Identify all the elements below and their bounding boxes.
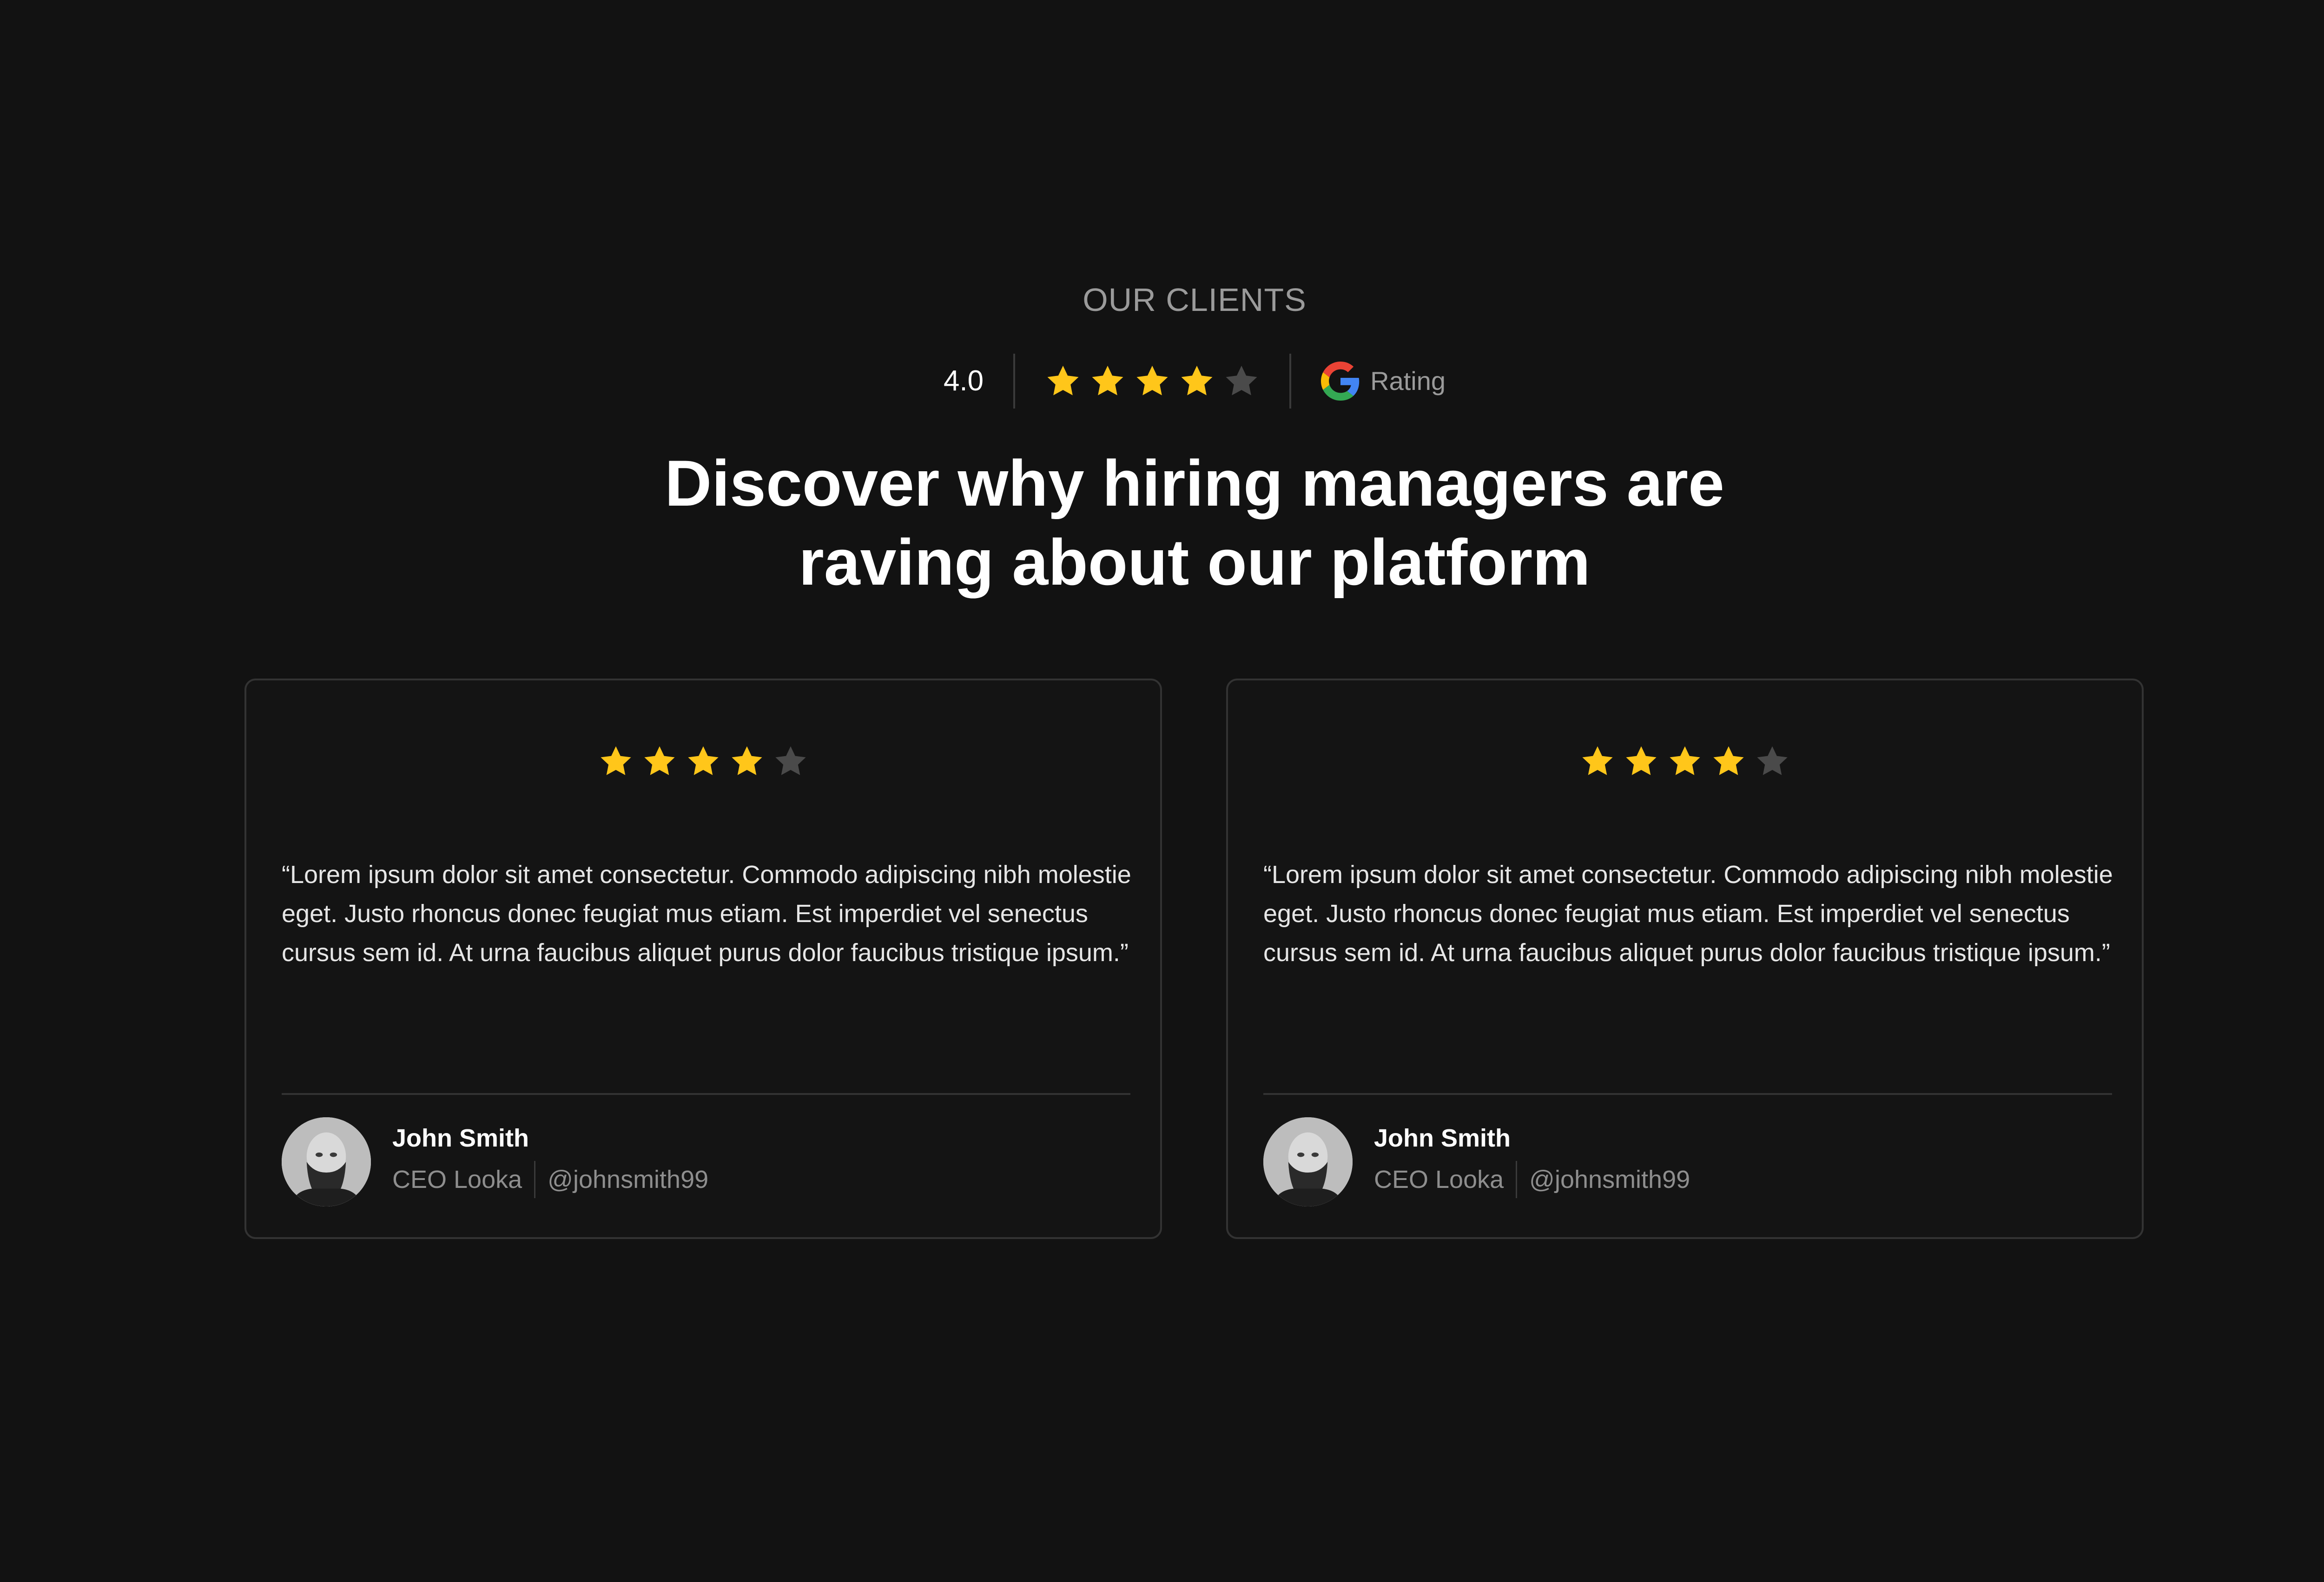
rating-divider xyxy=(1289,354,1292,409)
author-meta: CEO Looka @johnsmith99 xyxy=(392,1161,708,1198)
star-filled-icon xyxy=(642,744,677,779)
testimonials-section: OUR CLIENTS 4.0 Rating Discover why hiri… xyxy=(0,0,2324,1582)
star-filled-icon xyxy=(1624,744,1659,779)
author-handle[interactable]: @johnsmith99 xyxy=(548,1167,708,1192)
author-name: John Smith xyxy=(1374,1124,1511,1152)
star-filled-icon xyxy=(1045,363,1081,399)
author-name: John Smith xyxy=(392,1124,529,1152)
star-filled-icon xyxy=(686,744,721,779)
author-role: CEO Looka xyxy=(1374,1166,1504,1193)
headline-line-1: Discover why hiring managers are xyxy=(665,447,1724,520)
section-eyebrow: OUR CLIENTS xyxy=(1083,282,1307,318)
meta-divider xyxy=(534,1161,536,1198)
testimonial-quote: “Lorem ipsum dolor sit amet consectetur.… xyxy=(282,861,1131,967)
star-filled-icon xyxy=(1580,744,1615,779)
rating-divider xyxy=(1013,354,1016,409)
meta-divider xyxy=(1516,1161,1518,1198)
author-info: John Smith CEO Looka @johnsmith99 xyxy=(1374,1126,1690,1198)
google-rating: Rating xyxy=(1321,362,1446,401)
rating-stars xyxy=(1045,363,1260,399)
star-filled-icon xyxy=(1134,363,1170,399)
card-divider xyxy=(1263,1093,2112,1095)
testimonial-stars xyxy=(246,744,1160,779)
testimonial-stars xyxy=(1228,744,2142,779)
headline-line-2: raving about our platform xyxy=(799,526,1591,599)
star-filled-icon xyxy=(1711,744,1746,779)
testimonial-author: John Smith CEO Looka @johnsmith99 xyxy=(282,1117,708,1206)
avatar-photo-icon xyxy=(1263,1117,1353,1206)
star-filled-icon xyxy=(1089,363,1126,399)
google-icon xyxy=(1321,362,1360,401)
star-filled-icon xyxy=(729,744,765,779)
star-empty-icon xyxy=(1223,363,1260,399)
rating-label: Rating xyxy=(1370,366,1446,396)
section-headline: Discover why hiring managers are raving … xyxy=(0,444,2324,602)
star-filled-icon xyxy=(598,744,634,779)
testimonial-author: John Smith CEO Looka @johnsmith99 xyxy=(1263,1117,1690,1206)
avatar xyxy=(1263,1117,1353,1206)
author-info: John Smith CEO Looka @johnsmith99 xyxy=(392,1126,708,1198)
author-role: CEO Looka xyxy=(392,1166,522,1193)
rating-value: 4.0 xyxy=(943,365,984,397)
avatar xyxy=(282,1117,371,1206)
star-empty-icon xyxy=(1755,744,1790,779)
testimonial-card: “Lorem ipsum dolor sit amet consectetur.… xyxy=(244,679,1162,1239)
author-handle[interactable]: @johnsmith99 xyxy=(1529,1167,1690,1192)
card-divider xyxy=(282,1093,1130,1095)
star-empty-icon xyxy=(773,744,808,779)
star-filled-icon xyxy=(1179,363,1215,399)
testimonial-card: “Lorem ipsum dolor sit amet consectetur.… xyxy=(1226,679,2144,1239)
star-filled-icon xyxy=(1667,744,1703,779)
author-meta: CEO Looka @johnsmith99 xyxy=(1374,1161,1690,1198)
avatar-photo-icon xyxy=(282,1117,371,1206)
testimonial-quote: “Lorem ipsum dolor sit amet consectetur.… xyxy=(1263,861,2113,967)
overall-rating: 4.0 Rating xyxy=(0,353,2324,409)
